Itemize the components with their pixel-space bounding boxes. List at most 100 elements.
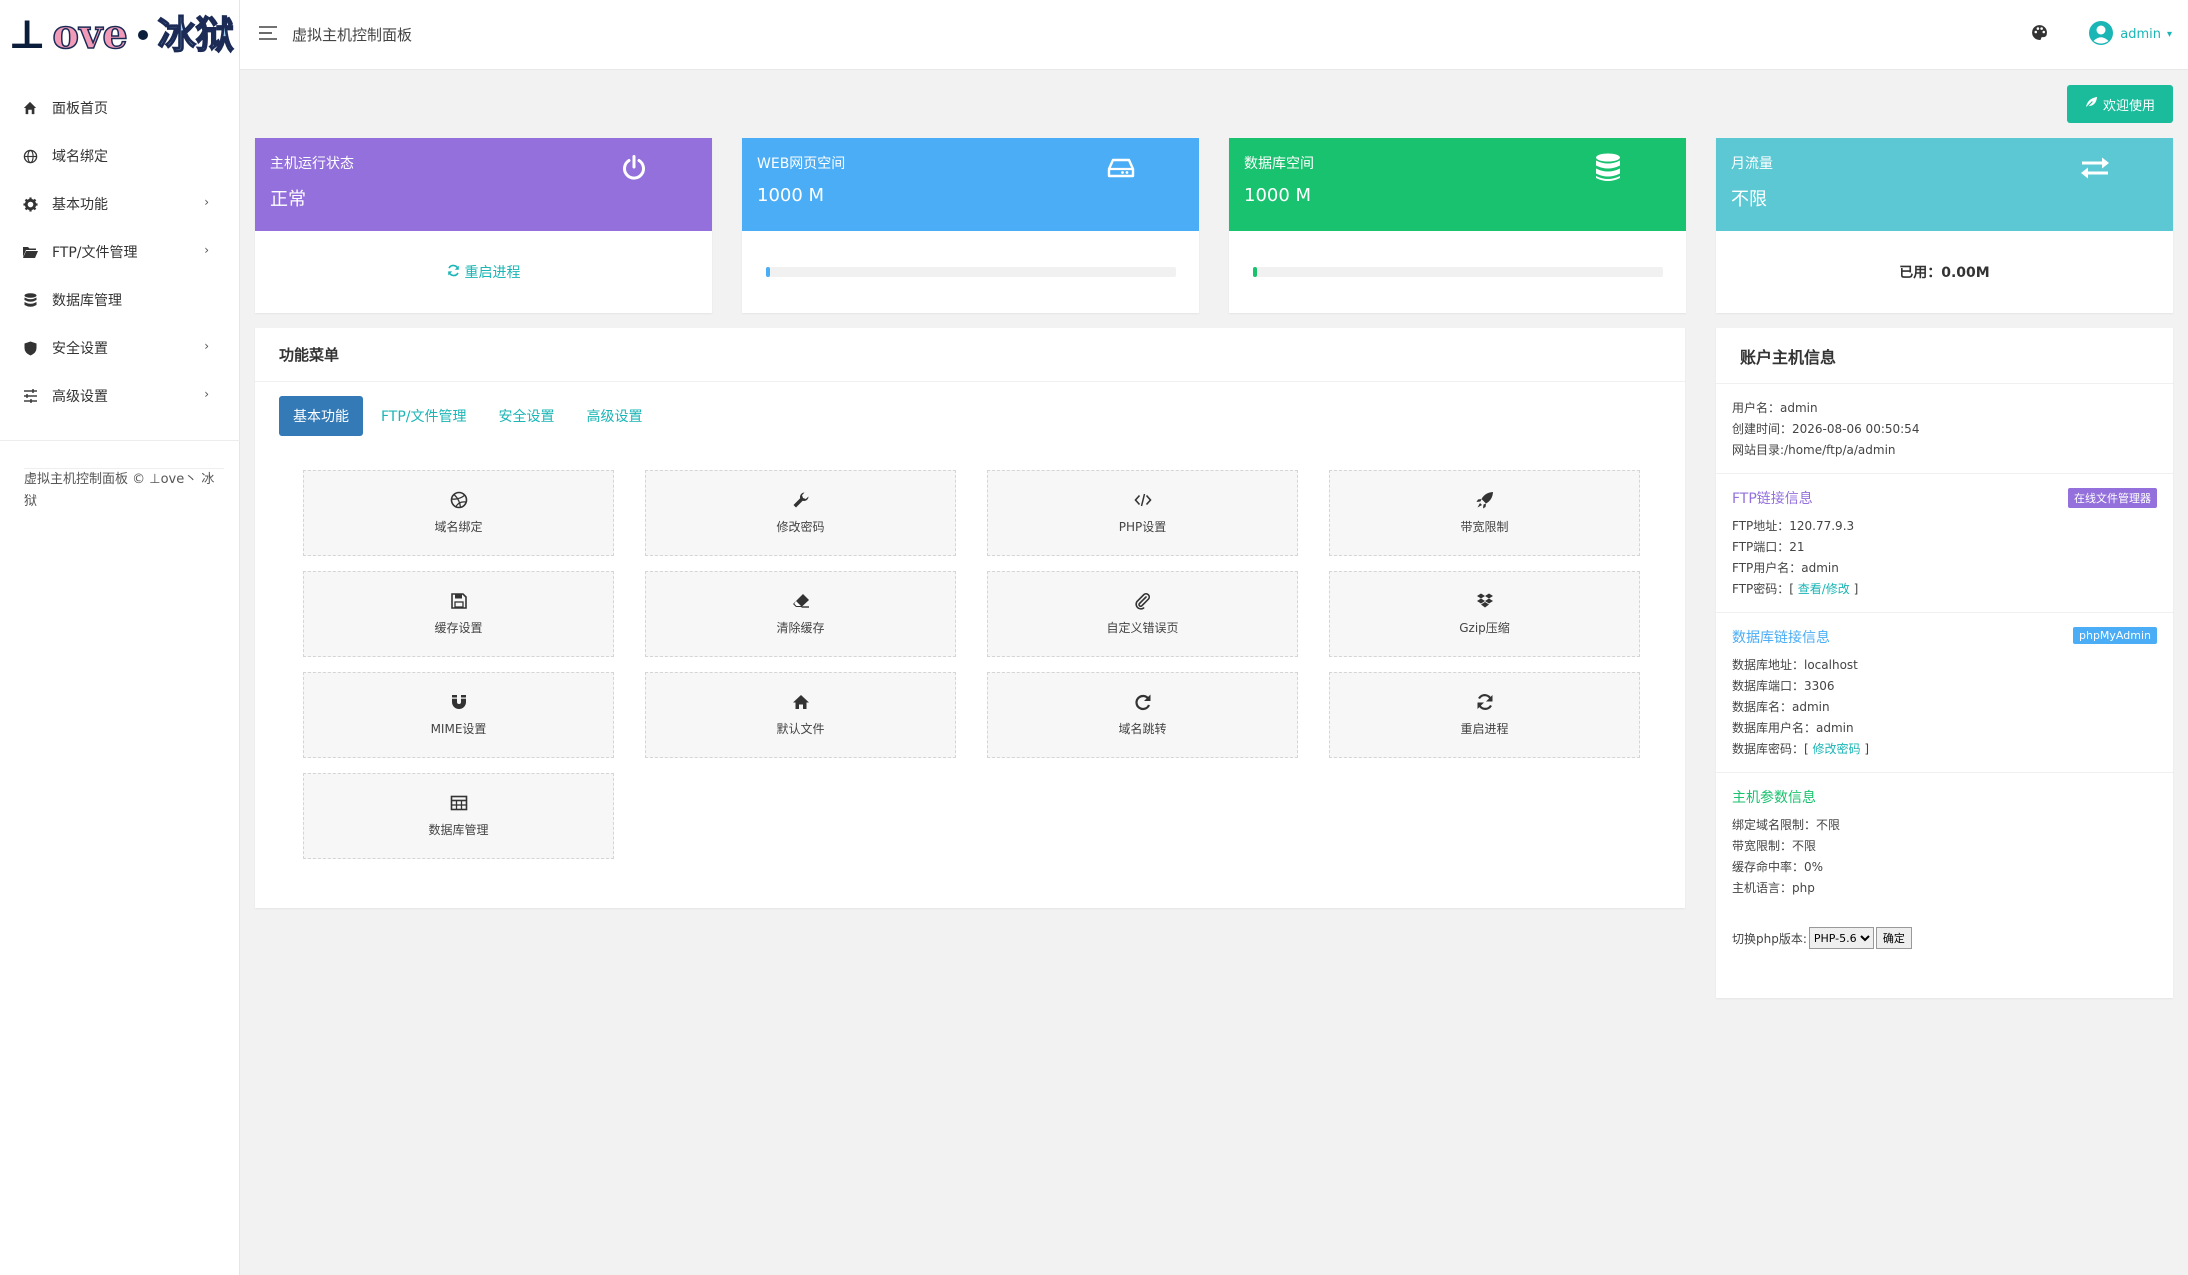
card-header: 数据库空间 1000 M (1229, 138, 1686, 231)
user-menu[interactable]: admin ▾ (2088, 20, 2172, 50)
php-version-select[interactable]: PHP-5.6 (1808, 927, 1874, 949)
palette-icon[interactable] (2031, 24, 2048, 45)
sidebar-footer: 虚拟主机控制面板 © ⊥ove丶 冰狱 (24, 468, 224, 513)
db-space-progress (1252, 267, 1663, 277)
tile-php-settings[interactable]: PHP设置 (987, 470, 1298, 556)
sidebar-item-basic[interactable]: 基本功能 › (0, 180, 239, 228)
sidebar-item-security[interactable]: 安全设置 › (0, 324, 239, 372)
change-db-password-link[interactable]: 修改密码 (1813, 742, 1861, 756)
tab-advanced[interactable]: 高级设置 (573, 396, 657, 436)
info-row: 数据库密码：[ 修改密码 ] (1732, 739, 2157, 760)
sidebar-item-database[interactable]: 数据库管理 (0, 276, 239, 324)
tile-label: Gzip压缩 (1459, 621, 1510, 635)
info-row: 数据库端口：3306 (1732, 679, 1835, 693)
tab-ftp[interactable]: FTP/文件管理 (367, 396, 481, 436)
sidebar-item-label: 面板首页 (52, 101, 108, 117)
info-row: FTP端口：21 (1732, 540, 1805, 554)
web-space-progress (765, 267, 1176, 277)
user-avatar-icon (2088, 20, 2114, 50)
dropbox-icon (1476, 592, 1494, 613)
wrench-icon (792, 491, 810, 512)
gear-icon (22, 196, 38, 212)
switch-label: 切换php版本: (1732, 931, 1807, 946)
hamburger-icon[interactable] (258, 25, 280, 45)
sidebar-item-label: 基本功能 (52, 197, 108, 213)
magnet-icon (450, 693, 468, 714)
sidebar-item-label: 高级设置 (52, 389, 108, 405)
tile-database-management[interactable]: 数据库管理 (303, 773, 614, 859)
restart-label: 重启进程 (464, 265, 521, 281)
tile-clear-cache[interactable]: 清除缓存 (645, 571, 956, 657)
tab-basic[interactable]: 基本功能 (279, 396, 363, 436)
confirm-button[interactable]: 确定 (1875, 927, 1912, 949)
file-manager-badge[interactable]: 在线文件管理器 (2068, 488, 2157, 508)
tile-bandwidth-limit[interactable]: 带宽限制 (1329, 470, 1640, 556)
redo-icon (1134, 693, 1152, 714)
card-header: 月流量 不限 (1716, 138, 2173, 231)
info-row: 主机语言：php (1732, 881, 1815, 895)
power-icon (618, 152, 650, 184)
password-prefix: 数据库密码：[ (1732, 742, 1813, 756)
top-header: 虚拟主机控制面板 admin ▾ (240, 0, 2188, 70)
sidebar-item-domain[interactable]: 域名绑定 (0, 132, 239, 180)
sidebar-item-home[interactable]: 面板首页 (0, 84, 239, 132)
tile-domain-binding[interactable]: 域名绑定 (303, 470, 614, 556)
info-row: 用户名：admin (1732, 401, 1818, 415)
logo[interactable]: ⊥ ove 冰狱 (0, 0, 239, 70)
card-db-space: 数据库空间 1000 M (1229, 138, 1686, 313)
card-footer: 已用：0.00M (1716, 231, 2173, 313)
progress-fill (765, 267, 770, 277)
php-version-switch: 切换php版本: PHP-5.6 确定 (1716, 911, 2173, 965)
rocket-icon (1476, 491, 1494, 512)
tile-default-file[interactable]: 默认文件 (645, 672, 956, 758)
tile-domain-redirect[interactable]: 域名跳转 (987, 672, 1298, 758)
password-suffix: ] (1849, 582, 1859, 596)
home-icon (792, 693, 810, 714)
tile-gzip[interactable]: Gzip压缩 (1329, 571, 1640, 657)
function-grid: 域名绑定 修改密码 PHP设置 带宽限制 缓存设置 清除缓存 自定义错误页 Gz… (303, 470, 1640, 859)
sidebar-item-ftp[interactable]: FTP/文件管理 › (0, 228, 239, 276)
card-value: 正常 (270, 189, 306, 210)
tile-label: 重启进程 (1460, 722, 1509, 736)
info-row: 缓存命中率：0% (1732, 860, 1824, 874)
logo-mark: ⊥ (8, 11, 47, 58)
chevron-right-icon: › (204, 243, 209, 257)
tile-restart-process[interactable]: 重启进程 (1329, 672, 1640, 758)
sidebar-nav: 面板首页 域名绑定 基本功能 › FTP/文件管理 › 数据库管理 安全设置 ›… (0, 84, 239, 420)
tile-label: 修改密码 (776, 520, 825, 534)
card-header: 主机运行状态 正常 (255, 138, 712, 231)
dribbble-icon (450, 491, 468, 512)
tile-label: 域名绑定 (434, 520, 483, 534)
table-icon (450, 794, 468, 815)
tile-cache-settings[interactable]: 缓存设置 (303, 571, 614, 657)
card-host-status: 主机运行状态 正常 重启进程 (255, 138, 712, 313)
tile-label: 带宽限制 (1460, 520, 1509, 534)
tile-custom-error-page[interactable]: 自定义错误页 (987, 571, 1298, 657)
sidebar-divider (0, 440, 240, 441)
card-header: WEB网页空间 1000 M (742, 138, 1199, 231)
tile-label: MIME设置 (430, 722, 487, 736)
panel-title: 账户主机信息 (1716, 328, 2173, 384)
tile-change-password[interactable]: 修改密码 (645, 470, 956, 556)
chevron-right-icon: › (204, 195, 209, 209)
card-value: 1000 M (1244, 185, 1312, 206)
welcome-button[interactable]: 欢迎使用 (2067, 85, 2173, 123)
card-footer: 重启进程 (255, 231, 712, 313)
restart-link[interactable]: 重启进程 (447, 262, 521, 282)
sidebar-item-advanced[interactable]: 高级设置 › (0, 372, 239, 420)
logo-cn: 冰狱 (157, 12, 235, 57)
tile-mime-settings[interactable]: MIME设置 (303, 672, 614, 758)
sidebar-item-label: FTP/文件管理 (52, 245, 138, 261)
basic-info-section: 用户名：admin 创建时间：2026-08-06 00:50:54 网站目录:… (1716, 384, 2173, 474)
tab-security[interactable]: 安全设置 (485, 396, 569, 436)
card-footer (1229, 231, 1686, 313)
card-value: 不限 (1731, 189, 1767, 210)
view-edit-password-link[interactable]: 查看/修改 (1798, 582, 1850, 596)
section-title: 主机参数信息 (1732, 790, 1816, 806)
exchange-icon (2079, 152, 2111, 184)
host-params-section: 主机参数信息 绑定域名限制：不限 带宽限制：不限 缓存命中率：0% 主机语言：p… (1716, 773, 2173, 911)
info-row: FTP地址：120.77.9.3 (1732, 519, 1855, 533)
code-icon (1133, 491, 1152, 512)
phpmyadmin-badge[interactable]: phpMyAdmin (2073, 627, 2157, 644)
logo-dot (137, 30, 148, 40)
